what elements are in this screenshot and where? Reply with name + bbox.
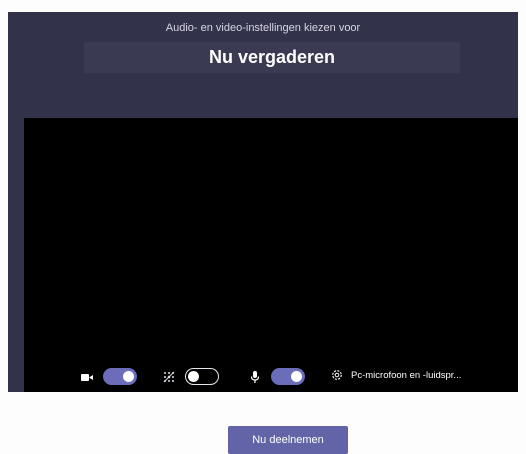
meeting-title: Nu vergaderen — [208, 47, 336, 67]
camera-toggle[interactable] — [103, 368, 137, 385]
device-settings-control[interactable]: Pc-microfoon en -luidspr... — [330, 368, 461, 382]
join-now-button[interactable]: Nu deelnemen — [228, 426, 348, 454]
background-blur-toggle[interactable] — [185, 368, 219, 385]
pre-join-dialog: Audio- en video-instellingen kiezen voor… — [8, 12, 518, 454]
microphone-toggle[interactable] — [271, 368, 305, 385]
microphone-control — [248, 368, 305, 385]
dialog-subtitle: Audio- en video-instellingen kiezen voor — [165, 22, 361, 34]
camera-control — [80, 368, 137, 385]
microphone-icon — [248, 370, 262, 384]
background-blur-control — [162, 368, 219, 385]
meeting-title-box: Nu vergaderen — [84, 42, 460, 73]
gear-icon[interactable] — [330, 368, 344, 382]
video-preview: Nu deelnemen Pc-microfoon en -luidspr... — [24, 118, 518, 454]
camera-icon — [80, 370, 94, 384]
background-blur-icon — [162, 370, 176, 384]
device-settings-label[interactable]: Pc-microfoon en -luidspr... — [351, 370, 461, 381]
av-controls-bar: Pc-microfoon en -luidspr... — [24, 366, 518, 388]
